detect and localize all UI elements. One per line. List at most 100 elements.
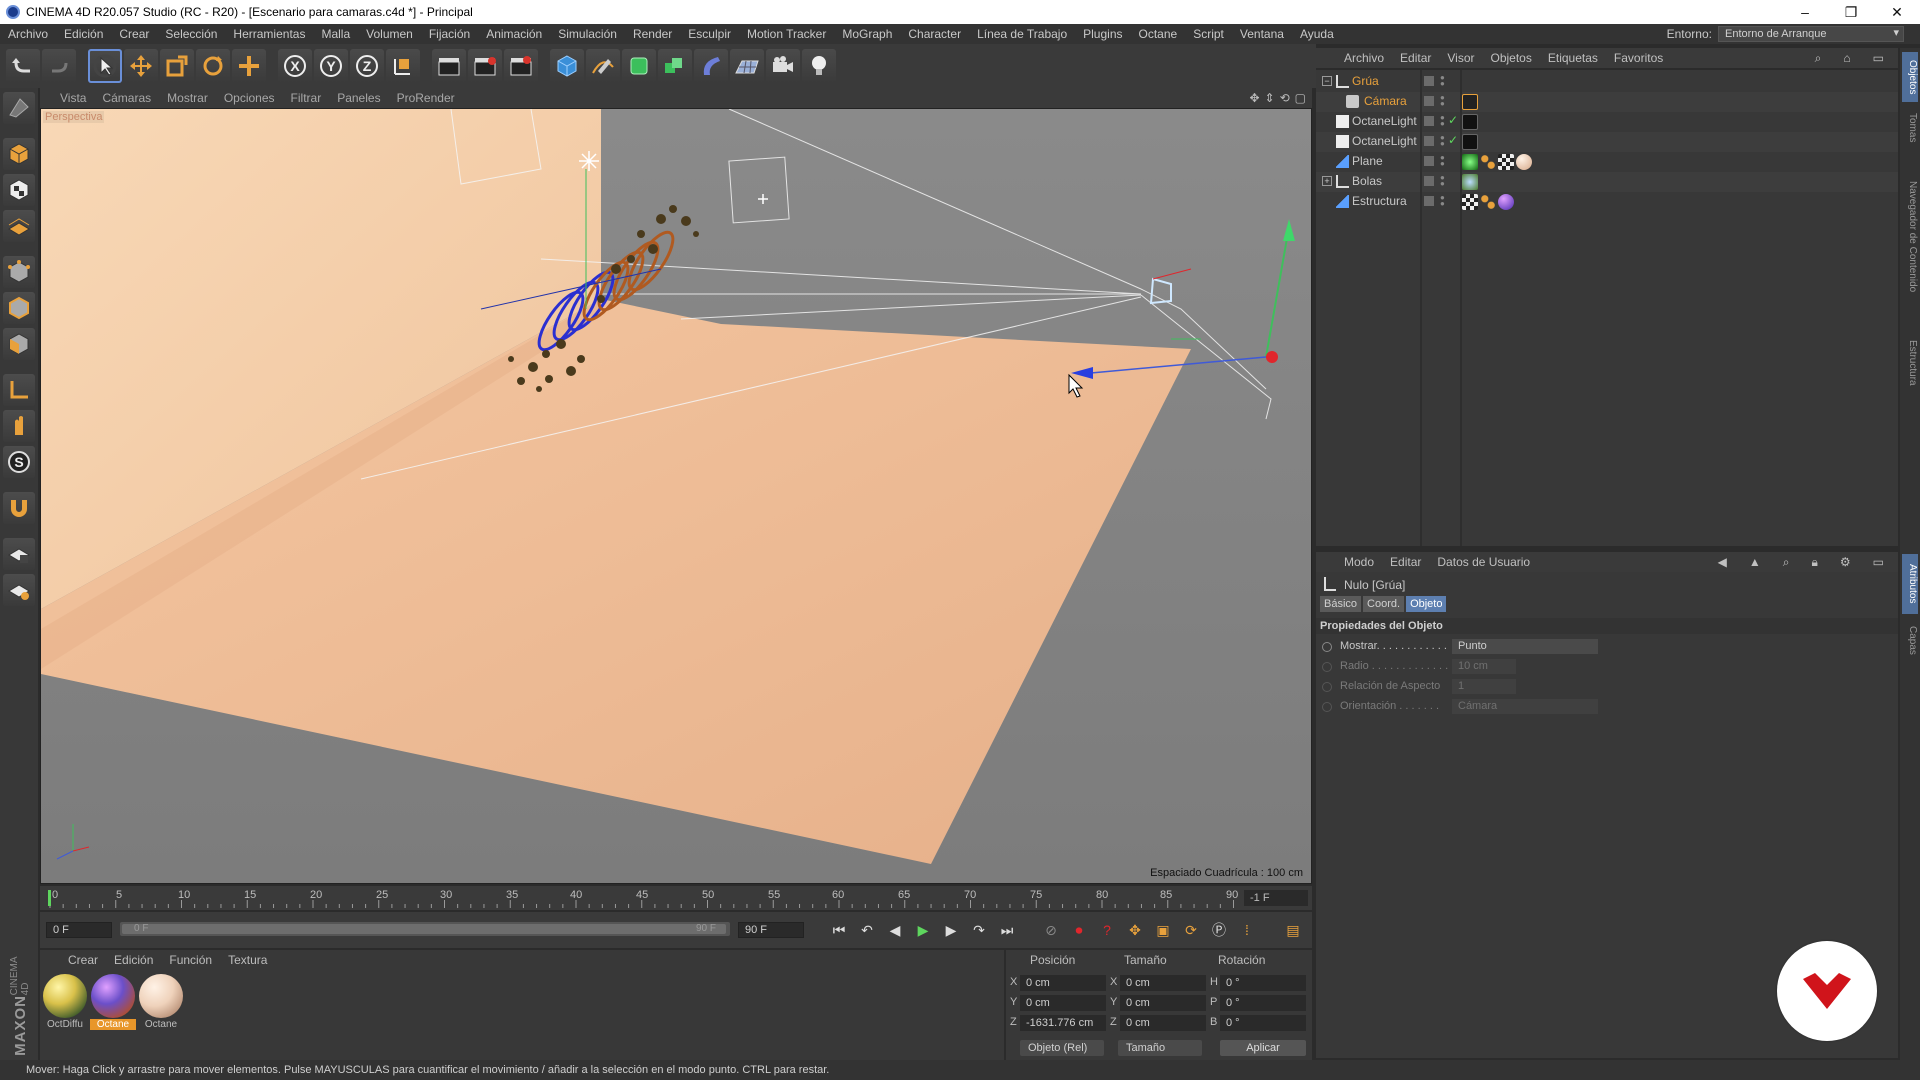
- frame-range-slider[interactable]: 0 F 90 F: [120, 922, 730, 936]
- animate-radio[interactable]: [1322, 662, 1332, 672]
- key-position-button[interactable]: ✥: [1124, 919, 1146, 941]
- move-tool-button[interactable]: [124, 49, 158, 83]
- cloner-button[interactable]: [658, 49, 692, 83]
- camera-button[interactable]: [766, 49, 800, 83]
- menu-plugins[interactable]: Plugins: [1075, 27, 1130, 41]
- object-name[interactable]: Grúa: [1352, 74, 1379, 88]
- go-to-start-button[interactable]: ⏮: [828, 919, 850, 941]
- tab-navegador-de-contenido[interactable]: Navegador de Contenido: [1902, 152, 1918, 322]
- key-point-level-button[interactable]: ⁞: [1236, 919, 1258, 941]
- light-button[interactable]: [802, 49, 836, 83]
- skin-material-tag-icon[interactable]: [1516, 154, 1532, 170]
- am-menu-editar[interactable]: Editar: [1382, 555, 1429, 569]
- tab-basico[interactable]: Básico: [1320, 596, 1362, 612]
- tab-objetos[interactable]: Objetos: [1902, 52, 1918, 102]
- enable-snap-button[interactable]: [3, 492, 35, 524]
- object-name[interactable]: OctaneLight: [1352, 134, 1417, 148]
- enabled-check-icon[interactable]: ✓: [1448, 113, 1458, 127]
- object-name[interactable]: Estructura: [1352, 194, 1407, 208]
- environment-dropdown[interactable]: Entorno de Arranque: [1718, 26, 1904, 42]
- end-frame-field[interactable]: 90 F: [738, 922, 804, 938]
- expand-icon[interactable]: ▭: [1865, 555, 1892, 570]
- octane-light-tag-icon[interactable]: [1462, 114, 1478, 130]
- rotation-p-field[interactable]: 0 °: [1220, 995, 1306, 1011]
- display-dropdown[interactable]: Punto: [1452, 639, 1598, 654]
- current-frame-field[interactable]: -1 F: [1244, 890, 1308, 906]
- home-icon[interactable]: ⌂: [1835, 51, 1858, 66]
- material-menu-funcion[interactable]: Función: [161, 953, 220, 967]
- orientation-dropdown[interactable]: Cámara: [1452, 699, 1598, 714]
- menu-render[interactable]: Render: [625, 27, 680, 41]
- object-row-estructura[interactable]: Estructura ● ●: [1316, 192, 1898, 212]
- object-row-grua[interactable]: − Grúa ● ●: [1316, 72, 1898, 92]
- position-z-field[interactable]: -1631.776 cm: [1020, 1015, 1106, 1031]
- menu-malla[interactable]: Malla: [313, 27, 358, 41]
- texture-mode-button[interactable]: [3, 174, 35, 206]
- key-rotation-button[interactable]: ⟳: [1180, 919, 1202, 941]
- subdivision-surface-button[interactable]: [622, 49, 656, 83]
- position-y-field[interactable]: 0 cm: [1020, 995, 1106, 1011]
- editor-visibility-toggle[interactable]: [1424, 156, 1434, 166]
- object-name[interactable]: Bolas: [1352, 174, 1382, 188]
- render-visibility-dots[interactable]: ● ●: [1440, 114, 1445, 128]
- viewport-rotate-icon[interactable]: ⟲: [1280, 91, 1290, 105]
- orange-dots-tag-icon[interactable]: [1480, 154, 1496, 170]
- planar-workplane-button[interactable]: [3, 574, 35, 606]
- object-name[interactable]: OctaneLight: [1352, 114, 1417, 128]
- key-parameter-button[interactable]: Ⓟ: [1208, 919, 1230, 941]
- menu-octane[interactable]: Octane: [1131, 27, 1186, 41]
- om-menu-objetos[interactable]: Objetos: [1483, 51, 1540, 65]
- rotate-tool-button[interactable]: [196, 49, 230, 83]
- object-row-plane[interactable]: Plane ● ●: [1316, 152, 1898, 172]
- model-mode-button[interactable]: [3, 138, 35, 170]
- object-row-camara[interactable]: Cámara ● ●: [1316, 92, 1898, 112]
- tab-coord[interactable]: Coord.: [1363, 596, 1405, 612]
- make-editable-button[interactable]: [3, 92, 35, 124]
- om-menu-visor[interactable]: Visor: [1439, 51, 1482, 65]
- up-arrow-icon[interactable]: ▲: [1741, 555, 1769, 570]
- tab-atributos[interactable]: Atributos: [1902, 554, 1918, 614]
- expand-toggle[interactable]: +: [1322, 176, 1332, 186]
- size-z-field[interactable]: 0 cm: [1120, 1015, 1206, 1031]
- record-keyframe-button[interactable]: ⏺: [1068, 919, 1090, 941]
- search-icon[interactable]: ⌕: [1807, 51, 1830, 66]
- animate-radio[interactable]: [1322, 642, 1332, 652]
- motion-path-button[interactable]: ⊘: [1040, 919, 1062, 941]
- viewport-menu-opciones[interactable]: Opciones: [216, 91, 283, 105]
- orange-dots-tag-icon[interactable]: [1480, 194, 1496, 210]
- menu-edicion[interactable]: Edición: [56, 27, 111, 41]
- render-visibility-dots[interactable]: ● ●: [1440, 154, 1445, 168]
- object-row-octanelight-2[interactable]: OctaneLight ● ● ✓: [1316, 132, 1898, 152]
- editor-visibility-toggle[interactable]: [1424, 76, 1434, 86]
- menu-ventana[interactable]: Ventana: [1232, 27, 1292, 41]
- key-scale-button[interactable]: ▣: [1152, 919, 1174, 941]
- coordinate-mode-dropdown[interactable]: Objeto (Rel): [1020, 1040, 1104, 1056]
- x-axis-lock-button[interactable]: X: [278, 49, 312, 83]
- menu-herramientas[interactable]: Herramientas: [225, 27, 313, 41]
- timeline-ruler[interactable]: 0 5 10 15 20 25 30 35 40 45 50 55 60 65 …: [40, 886, 1312, 910]
- tab-capas[interactable]: Capas: [1902, 620, 1918, 660]
- material-menu-edicion[interactable]: Edición: [106, 953, 161, 967]
- menu-ayuda[interactable]: Ayuda: [1292, 27, 1342, 41]
- workplane-mode-button[interactable]: [3, 210, 35, 242]
- tab-tomas[interactable]: Tomas: [1902, 108, 1918, 148]
- maximize-button[interactable]: ❐: [1828, 0, 1874, 24]
- om-menu-etiquetas[interactable]: Etiquetas: [1540, 51, 1606, 65]
- edges-mode-button[interactable]: [3, 292, 35, 324]
- render-view-button[interactable]: [432, 49, 466, 83]
- viewport-toggle-icon[interactable]: ▢: [1295, 91, 1306, 105]
- size-x-field[interactable]: 0 cm: [1120, 975, 1206, 991]
- animate-radio[interactable]: [1322, 702, 1332, 712]
- tab-estructura[interactable]: Estructura: [1902, 328, 1918, 398]
- render-visibility-dots[interactable]: ● ●: [1440, 74, 1445, 88]
- go-to-end-button[interactable]: ⏭: [996, 919, 1018, 941]
- viewport-menu-vista[interactable]: Vista: [52, 91, 94, 105]
- floor-button[interactable]: [730, 49, 764, 83]
- size-y-field[interactable]: 0 cm: [1120, 995, 1206, 1011]
- purple-material-tag-icon[interactable]: [1498, 194, 1514, 210]
- scale-tool-button[interactable]: [160, 49, 194, 83]
- menu-archivo[interactable]: Archivo: [0, 27, 56, 41]
- viewport-move-icon[interactable]: ⇕: [1265, 91, 1275, 105]
- render-visibility-dots[interactable]: ● ●: [1440, 194, 1445, 208]
- position-x-field[interactable]: 0 cm: [1020, 975, 1106, 991]
